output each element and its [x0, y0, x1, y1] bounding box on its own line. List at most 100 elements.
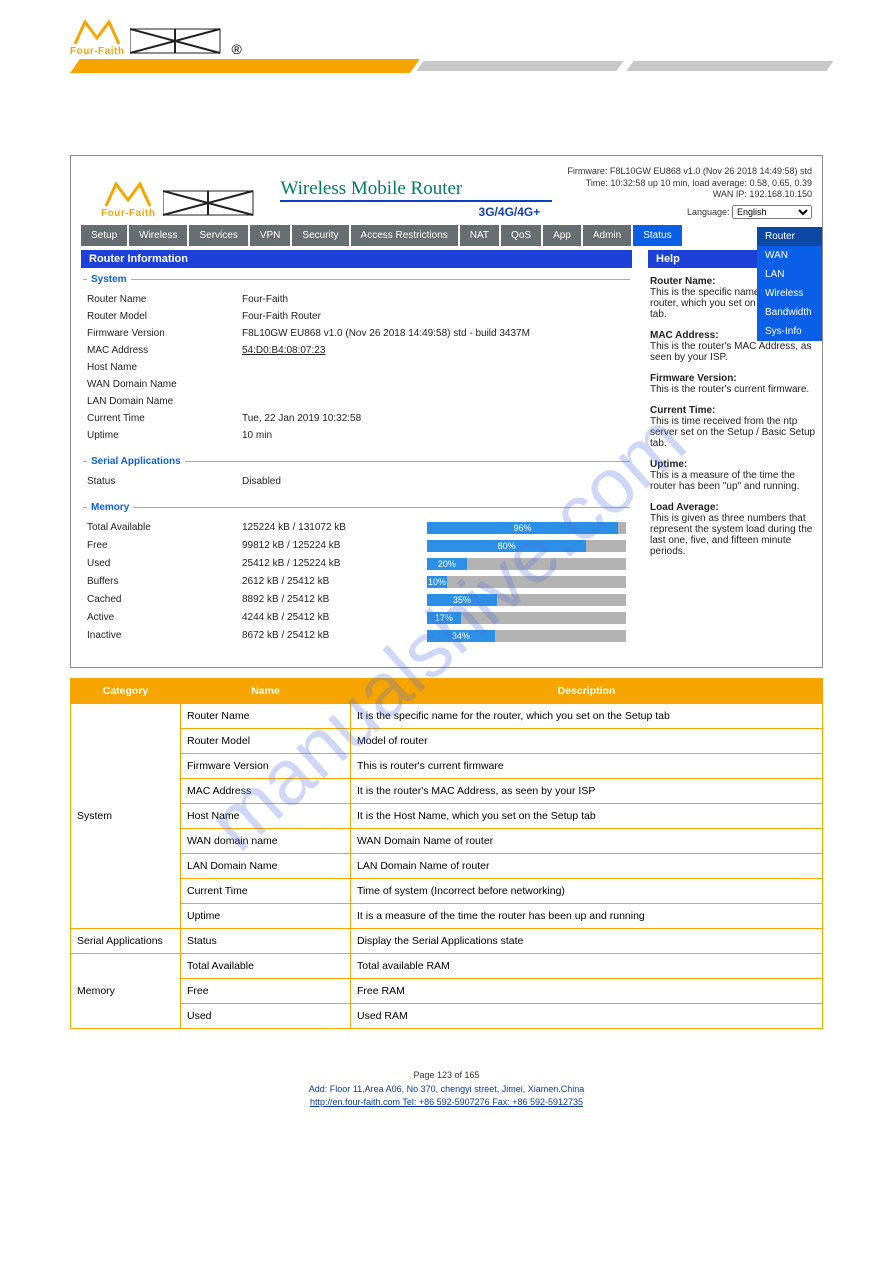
table-row: Current TimeTime of system (Incorrect be… — [71, 879, 823, 904]
col-category: Category — [71, 679, 181, 704]
mem-k-0: Total Available — [87, 522, 242, 534]
mem-v-0: 125224 kB / 131072 kB — [242, 522, 417, 534]
footer-addr1: Add: Floor 11,Area A06, No 370, chengyi … — [0, 1083, 893, 1097]
desc-cell: Total available RAM — [351, 954, 823, 979]
submenu-wan[interactable]: WAN — [757, 246, 822, 265]
lan-dn-v — [242, 396, 417, 407]
desc-cell: It is the specific name for the router, … — [351, 704, 823, 729]
mem-v-6: 8672 kB / 25412 kB — [242, 630, 417, 642]
desc-cell: Time of system (Incorrect before network… — [351, 879, 823, 904]
system-fieldset: System Router NameFour-Faith Router Mode… — [83, 274, 630, 444]
table-row: UsedUsed RAM — [71, 1004, 823, 1029]
nav-tab-admin[interactable]: Admin — [583, 225, 631, 246]
name-cell: Host Name — [181, 804, 351, 829]
desc-cell: Model of router — [351, 729, 823, 754]
desc-cell: It is the router's MAC Address, as seen … — [351, 779, 823, 804]
mem-v-2: 25412 kB / 125224 kB — [242, 558, 417, 570]
mem-k-5: Active — [87, 612, 242, 624]
help-panel: Help more... RouterWANLANWirelessBandwid… — [648, 246, 818, 657]
serial-status-k: Status — [87, 476, 242, 487]
serial-status-v: Disabled — [242, 476, 417, 487]
doc-header: Four-Faith ® — [0, 20, 893, 85]
memory-fieldset: Memory Total Available125224 kB / 131072… — [83, 502, 630, 645]
submenu-router[interactable]: Router — [757, 227, 822, 246]
mem-k-4: Cached — [87, 594, 242, 606]
nav-bar: SetupWirelessServicesVPNSecurityAccess R… — [71, 225, 822, 246]
nav-tab-qos[interactable]: QoS — [501, 225, 541, 246]
nav-tab-app[interactable]: App — [543, 225, 581, 246]
mem-bar-0: 96% — [427, 522, 626, 534]
mem-bar-1: 80% — [427, 540, 626, 552]
fw-ver-v: F8L10GW EU868 v1.0 (Nov 26 2018 14:49:58… — [242, 328, 626, 339]
mac-k: MAC Address — [87, 345, 242, 356]
col-desc: Description — [351, 679, 823, 704]
serial-legend: Serial Applications — [87, 456, 185, 467]
mem-v-1: 99812 kB / 125224 kB — [242, 540, 417, 552]
m-logo-icon — [104, 182, 152, 208]
lan-dn-k: LAN Domain Name — [87, 396, 242, 407]
nav-tab-setup[interactable]: Setup — [81, 225, 127, 246]
mem-k-2: Used — [87, 558, 242, 570]
router-name-k: Router Name — [87, 294, 242, 305]
nav-tab-services[interactable]: Services — [189, 225, 247, 246]
language-label: Language: — [687, 207, 730, 217]
mem-v-3: 2612 kB / 25412 kB — [242, 576, 417, 588]
table-row: FreeFree RAM — [71, 979, 823, 1004]
desc-cell: It is a measure of the time the router h… — [351, 904, 823, 929]
name-cell: Used — [181, 1004, 351, 1029]
desc-cell: It is the Host Name, which you set on th… — [351, 804, 823, 829]
description-table: Category Name Description SystemRouter N… — [70, 678, 823, 1029]
ss-ff-logo: Four-Faith — [101, 182, 155, 219]
table-row: MAC AddressIt is the router's MAC Addres… — [71, 779, 823, 804]
name-cell: MAC Address — [181, 779, 351, 804]
status-submenu: RouterWANLANWirelessBandwidthSys-Info — [757, 227, 822, 341]
brand-text: Four-Faith — [70, 46, 124, 57]
mem-bar-2: 20% — [427, 558, 626, 570]
cn-logo-icon — [130, 25, 225, 57]
table-row: UptimeIt is a measure of the time the ro… — [71, 904, 823, 929]
table-row: Serial ApplicationsStatusDisplay the Ser… — [71, 929, 823, 954]
mem-v-4: 8892 kB / 25412 kB — [242, 594, 417, 606]
router-name-v: Four-Faith — [242, 294, 417, 305]
help-item-5: Load Average:This is given as three numb… — [650, 502, 816, 557]
desc-cell: Free RAM — [351, 979, 823, 1004]
name-cell: Current Time — [181, 879, 351, 904]
nav-tab-access-restrictions[interactable]: Access Restrictions — [351, 225, 458, 246]
language-select[interactable]: English — [732, 205, 812, 219]
footer-addr2[interactable]: http://en.four-faith.com Tel: +86 592-59… — [310, 1097, 583, 1107]
page-footer: Page 123 of 165 Add: Floor 11,Area A06, … — [0, 1069, 893, 1110]
registered-mark: ® — [231, 41, 241, 57]
router-model-v: Four-Faith Router — [242, 311, 417, 322]
desc-cell: This is router's current firmware — [351, 754, 823, 779]
ss-header-right: Firmware: F8L10GW EU868 v1.0 (Nov 26 201… — [567, 166, 812, 219]
m-logo-icon — [73, 20, 121, 46]
host-v — [242, 362, 417, 373]
mem-k-6: Inactive — [87, 630, 242, 642]
submenu-sys-info[interactable]: Sys-Info — [757, 322, 822, 341]
submenu-wireless[interactable]: Wireless — [757, 284, 822, 303]
desc-cell: WAN Domain Name of router — [351, 829, 823, 854]
name-cell: LAN Domain Name — [181, 854, 351, 879]
nav-tab-status[interactable]: Status — [633, 225, 681, 246]
mem-bar-6: 34% — [427, 630, 626, 642]
name-cell: Router Model — [181, 729, 351, 754]
name-cell: Status — [181, 929, 351, 954]
curtime-v: Tue, 22 Jan 2019 10:32:58 — [242, 413, 417, 424]
mem-bar-5: 17% — [427, 612, 626, 624]
fw-ver-k: Firmware Version — [87, 328, 242, 339]
table-row: SystemRouter NameIt is the specific name… — [71, 704, 823, 729]
nav-tab-nat[interactable]: NAT — [460, 225, 499, 246]
mem-k-3: Buffers — [87, 576, 242, 588]
submenu-lan[interactable]: LAN — [757, 265, 822, 284]
mem-v-5: 4244 kB / 25412 kB — [242, 612, 417, 624]
nav-tab-wireless[interactable]: Wireless — [129, 225, 187, 246]
submenu-bandwidth[interactable]: Bandwidth — [757, 303, 822, 322]
desc-cell: Used RAM — [351, 1004, 823, 1029]
router-subtitle: 3G/4G/4G+ — [280, 205, 552, 219]
nav-tab-vpn[interactable]: VPN — [250, 225, 291, 246]
router-screenshot: Four-Faith Wireless Mobile Router 3G/4G/… — [70, 155, 823, 668]
nav-tab-security[interactable]: Security — [292, 225, 348, 246]
fw-line: Firmware: F8L10GW EU868 v1.0 (Nov 26 201… — [567, 166, 812, 178]
mac-v[interactable]: 54:D0:B4:08:07:23 — [242, 345, 417, 356]
desc-cell: LAN Domain Name of router — [351, 854, 823, 879]
